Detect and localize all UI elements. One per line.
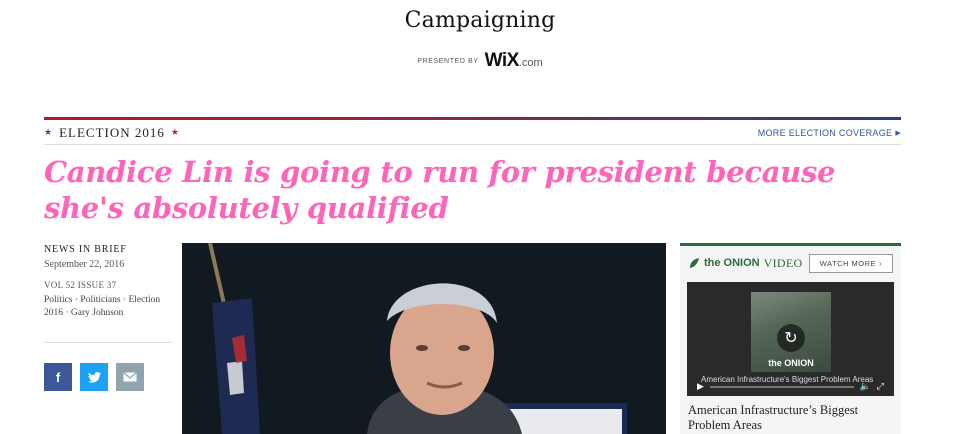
article-volume: VOL 52 ISSUE 37	[44, 280, 117, 290]
facebook-icon: f	[55, 369, 61, 385]
article-date: September 22, 2016	[44, 259, 125, 270]
star-icon: ★	[170, 127, 180, 137]
email-icon	[123, 372, 137, 382]
video-label: VIDEO	[763, 255, 803, 270]
share-buttons: f	[44, 363, 172, 391]
onion-leaf-icon	[690, 258, 699, 268]
video-controls: ▶ 🔈 ⤢	[697, 381, 884, 392]
star-icon: ★	[44, 127, 54, 137]
meta-divider	[44, 342, 172, 343]
article-kicker[interactable]: NEWS IN BRIEF	[44, 244, 172, 255]
presented-by-label: PRESENTED BY	[417, 57, 479, 65]
email-share-button[interactable]	[116, 363, 144, 391]
article-tags[interactable]: Politics · Politicians · Election 2016 ·…	[44, 294, 172, 320]
section-label-text: ELECTION 2016	[59, 124, 165, 140]
section-label[interactable]: ★ ELECTION 2016 ★	[44, 125, 180, 141]
video-progress-bar[interactable]	[709, 385, 854, 388]
replay-icon[interactable]: ↻	[777, 324, 805, 352]
section-rule	[44, 117, 901, 120]
onion-video-brand[interactable]: the ONION VIDEO	[688, 256, 802, 271]
chevron-right-icon: ›	[879, 258, 882, 268]
twitter-share-button[interactable]	[80, 363, 108, 391]
sponsor-brand: WiX	[484, 50, 520, 71]
video-player[interactable]: the ONION ↻ American Infrastructure's Bi…	[687, 282, 894, 396]
thumbnail-brand: the ONION	[768, 358, 814, 368]
fullscreen-icon[interactable]: ⤢	[877, 381, 884, 392]
video-widget-header: the ONION VIDEO WATCH MORE ›	[680, 246, 901, 280]
sponsor-suffix: .com	[518, 57, 543, 69]
article-headline: Candice Lin is going to run for presiden…	[44, 155, 836, 225]
chevron-right-icon: ▶	[895, 129, 901, 137]
more-link-text: MORE ELECTION COVERAGE	[757, 127, 893, 138]
watch-more-button[interactable]: WATCH MORE ›	[808, 253, 893, 273]
volume-icon[interactable]: 🔈	[860, 381, 871, 392]
section-bar: ★ ELECTION 2016 ★ MORE ELECTION COVERAGE…	[44, 121, 901, 145]
facebook-share-button[interactable]: f	[44, 363, 72, 391]
page-title: Campaigning	[404, 8, 556, 33]
article-meta: NEWS IN BRIEF September 22, 2016 VOL 52 …	[44, 244, 172, 391]
sponsor-logo[interactable]: WiX.com	[485, 50, 543, 72]
hero-photo	[182, 243, 666, 434]
video-caption-link[interactable]: American Infrastructure’s Biggest Proble…	[688, 403, 893, 433]
more-election-coverage-link[interactable]: MORE ELECTION COVERAGE ▶	[758, 128, 901, 138]
play-icon[interactable]: ▶	[697, 381, 704, 392]
onion-video-widget: the ONION VIDEO WATCH MORE › the ONION ↻…	[680, 243, 901, 434]
onion-brand-text: the ONION	[704, 257, 760, 269]
twitter-icon	[87, 371, 101, 383]
article-hero-image[interactable]	[182, 243, 666, 434]
sponsor-line: PRESENTED BY WiX.com	[0, 50, 960, 72]
watch-more-label: WATCH MORE	[819, 258, 876, 268]
